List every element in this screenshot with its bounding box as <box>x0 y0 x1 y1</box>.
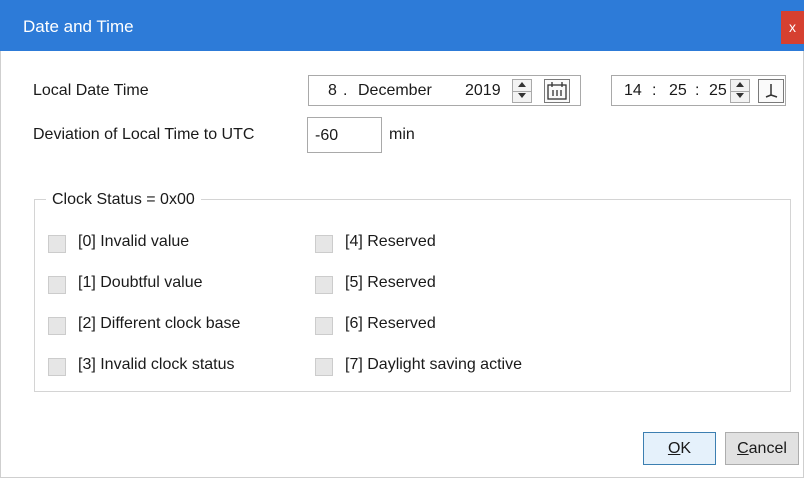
status-bit-1-checkbox[interactable] <box>48 276 66 294</box>
status-bit-3-checkbox[interactable] <box>48 358 66 376</box>
date-separator: . <box>343 82 348 99</box>
status-bit-7-label: [7] Daylight saving active <box>345 356 522 373</box>
deviation-label: Deviation of Local Time to UTC <box>33 126 255 143</box>
spin-down-icon[interactable] <box>731 91 749 102</box>
close-icon: x <box>789 19 796 35</box>
close-button[interactable]: x <box>781 11 804 44</box>
status-bit-1-label: [1] Doubtful value <box>78 274 203 291</box>
status-bit-7-checkbox[interactable] <box>315 358 333 376</box>
deviation-input[interactable]: -60 <box>307 117 382 153</box>
ok-label: K <box>680 440 692 457</box>
cancel-label: ancel <box>748 440 787 457</box>
cancel-button[interactable]: Cancel <box>725 432 799 465</box>
status-bit-0-label: [0] Invalid value <box>78 233 190 250</box>
time-separator: : <box>652 82 657 99</box>
local-date-time-label: Local Date Time <box>33 82 149 99</box>
calendar-button[interactable] <box>544 79 570 103</box>
time-hour[interactable]: 14 <box>624 82 642 100</box>
time-second[interactable]: 25 <box>709 82 727 100</box>
status-bit-6-checkbox[interactable] <box>315 317 333 335</box>
status-bit-3-label: [3] Invalid clock status <box>78 356 235 373</box>
date-spinner[interactable] <box>512 79 532 103</box>
clock-status-title: Clock Status = 0x00 <box>46 191 201 209</box>
status-bit-5-checkbox[interactable] <box>315 276 333 294</box>
cancel-mnemonic: C <box>737 440 749 457</box>
calendar-icon <box>547 82 567 100</box>
status-bit-2-checkbox[interactable] <box>48 317 66 335</box>
dialog-title: Date and Time <box>23 17 134 36</box>
status-bit-2-label: [2] Different clock base <box>78 315 241 332</box>
time-spinner[interactable] <box>730 79 750 103</box>
time-minute[interactable]: 25 <box>669 82 687 100</box>
status-bit-5-label: [5] Reserved <box>345 274 436 291</box>
spin-down-icon[interactable] <box>513 91 531 102</box>
time-picker[interactable]: 14 : 25 : 25 <box>611 75 786 106</box>
status-bit-4-label: [4] Reserved <box>345 233 436 250</box>
date-picker[interactable]: 8 . December 2019 <box>308 75 581 106</box>
status-bit-4-checkbox[interactable] <box>315 235 333 253</box>
ok-mnemonic: O <box>667 440 681 457</box>
clock-button[interactable] <box>758 79 784 103</box>
status-bit-0-checkbox[interactable] <box>48 235 66 253</box>
date-day[interactable]: 8 <box>328 82 337 100</box>
ok-button[interactable]: OK <box>643 432 716 465</box>
date-month[interactable]: December <box>358 82 432 100</box>
status-bit-6-label: [6] Reserved <box>345 315 436 332</box>
date-year[interactable]: 2019 <box>465 82 501 100</box>
deviation-unit: min <box>389 126 415 143</box>
deviation-value[interactable]: -60 <box>315 127 338 145</box>
time-separator: : <box>695 82 700 99</box>
clock-hand-icon <box>765 84 778 98</box>
title-bar: Date and Time x <box>0 0 804 51</box>
